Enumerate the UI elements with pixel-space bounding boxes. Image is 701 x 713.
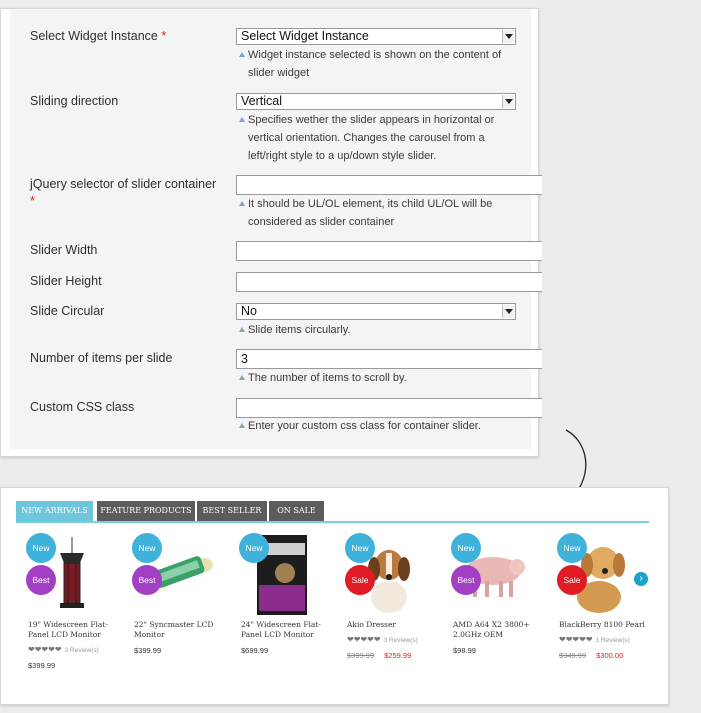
rating-stars-icon: ❤❤❤❤❤	[347, 635, 381, 644]
tab-new-arrivals[interactable]: NEW ARRIVALS	[16, 501, 93, 521]
label-select-widget-instance: Select Widget Instance *	[30, 28, 166, 45]
review-count[interactable]: 3 Review(s)	[384, 637, 418, 644]
product-slider-preview: NEW ARRIVALS FEATURE PRODUCTS BEST SELLE…	[0, 487, 669, 705]
old-price: $399.99	[347, 651, 375, 660]
product-card[interactable]: New Sale Akio Dresser ❤❤❤❤❤ 3 Review(s) $…	[345, 533, 447, 661]
product-name[interactable]: 24" Widescreen Flat-Panel LCD Monitor	[241, 620, 341, 640]
tab-feature-products[interactable]: FEATURE PRODUCTS	[97, 501, 195, 521]
special-price: $300.00	[596, 651, 624, 660]
product-rating: ❤❤❤❤❤ 1 Review(s)	[559, 635, 659, 646]
product-rating: ❤❤❤❤❤ 3 Review(s)	[347, 635, 447, 646]
product-image-golden-puppy[interactable]: New Sale	[557, 533, 639, 615]
new-badge: New	[345, 533, 375, 563]
special-price: $259.99	[384, 651, 412, 660]
label-slider-width: Slider Width	[30, 243, 98, 257]
product-price: $399.99	[134, 646, 162, 655]
label-slider-height: Slider Height	[30, 274, 102, 288]
label-text: jQuery selector of slider container	[30, 177, 217, 191]
slider-height-input[interactable]	[236, 272, 542, 292]
select-value: Select Widget Instance	[241, 29, 369, 43]
product-image-beagle-puppy[interactable]: New Sale	[345, 533, 427, 615]
product-rating: ❤❤❤❤❤ 3 Review(s)	[28, 645, 128, 656]
select-value: No	[241, 304, 257, 318]
product-price: $399.99	[28, 661, 56, 670]
chevron-down-icon	[502, 95, 514, 108]
custom-css-class-input[interactable]	[236, 398, 542, 418]
chevron-down-icon	[502, 30, 514, 43]
product-image-bird-feeder[interactable]: New Best	[26, 533, 108, 615]
tab-on-sale[interactable]: ON SALE	[269, 501, 324, 521]
jquery-selector-note: It should be UL/OL element, its child UL…	[239, 195, 518, 231]
settings-form: Select Widget Instance * Select Widget I…	[10, 9, 542, 449]
tab-best-seller[interactable]: BEST SELLER	[197, 501, 267, 521]
product-card[interactable]: New Sale BlackBerry 8100 Pearl ❤❤❤❤❤ 1 Re…	[557, 533, 659, 661]
product-card[interactable]: New Best 22" Syncmaster LCD Monitor $399…	[132, 533, 234, 656]
product-card[interactable]: New Best 19" Widescreen Flat-Panel LCD M…	[26, 533, 128, 671]
new-badge: New	[239, 533, 269, 563]
best-badge: Best	[451, 565, 481, 595]
product-image-green-toy[interactable]: New Best	[132, 533, 214, 615]
rating-stars-icon: ❤❤❤❤❤	[559, 635, 593, 644]
custom-css-class-note: Enter your custom css class for containe…	[239, 417, 518, 435]
sale-badge: Sale	[557, 565, 587, 595]
best-badge: Best	[132, 565, 162, 595]
label-custom-css-class: Custom CSS class	[30, 400, 135, 414]
product-price: $399.99 $259.99	[347, 651, 447, 661]
product-name[interactable]: BlackBerry 8100 Pearl	[559, 620, 659, 630]
sale-badge: Sale	[345, 565, 375, 595]
product-image-pet-treat-box[interactable]: New	[239, 533, 321, 615]
label-items-per-slide: Number of items per slide	[30, 351, 173, 365]
widget-instance-select[interactable]: Select Widget Instance	[236, 28, 516, 45]
new-badge: New	[451, 533, 481, 563]
tab-underline	[16, 521, 649, 523]
widget-settings-panel: Select Widget Instance * Select Widget I…	[0, 8, 542, 457]
required-marker: *	[30, 194, 35, 208]
select-value: Vertical	[241, 94, 282, 108]
old-price: $349.99	[559, 651, 587, 660]
sliding-direction-select[interactable]: Vertical	[236, 93, 516, 110]
slide-circular-note: Slide items circularly.	[239, 321, 518, 339]
widget-instance-note: Widget instance selected is shown on the…	[239, 46, 518, 82]
rating-stars-icon: ❤❤❤❤❤	[28, 645, 62, 654]
product-price: $699.99	[241, 646, 269, 655]
sliding-direction-note: Specifies wether the slider appears in h…	[239, 111, 518, 165]
product-name[interactable]: AMD A64 X2 3800+ 2.0GHz OEM	[453, 620, 553, 640]
product-name[interactable]: Akio Dresser	[347, 620, 447, 630]
product-price: $98.99	[453, 646, 476, 655]
items-per-slide-input[interactable]: 3	[236, 349, 542, 369]
review-count[interactable]: 3 Review(s)	[65, 647, 99, 654]
product-card[interactable]: New Best AMD A64 X2 3800+ 2.0GHz OEM $98…	[451, 533, 553, 656]
label-sliding-direction: Sliding direction	[30, 94, 119, 108]
new-badge: New	[26, 533, 56, 563]
label-text: Select Widget Instance	[30, 29, 158, 43]
slider-width-input[interactable]	[236, 241, 542, 261]
chevron-right-icon[interactable]: ›	[634, 572, 648, 586]
items-per-slide-note: The number of items to scroll by.	[239, 369, 518, 387]
jquery-selector-input[interactable]	[236, 175, 542, 195]
product-name[interactable]: 22" Syncmaster LCD Monitor	[134, 620, 234, 640]
label-slide-circular: Slide Circular	[30, 304, 105, 318]
product-price: $349.99 $300.00	[559, 651, 659, 661]
product-name[interactable]: 19" Widescreen Flat-Panel LCD Monitor	[28, 620, 128, 640]
best-badge: Best	[26, 565, 56, 595]
required-marker: *	[161, 29, 167, 43]
slide-circular-select[interactable]: No	[236, 303, 516, 320]
product-card[interactable]: New 24" Widescreen Flat-Panel LCD Monito…	[239, 533, 341, 656]
new-badge: New	[132, 533, 162, 563]
review-count[interactable]: 1 Review(s)	[596, 637, 630, 644]
new-badge: New	[557, 533, 587, 563]
label-jquery-selector: jQuery selector of slider container *	[30, 176, 220, 210]
product-image-piglet[interactable]: New Best	[451, 533, 533, 615]
chevron-down-icon	[502, 305, 514, 318]
